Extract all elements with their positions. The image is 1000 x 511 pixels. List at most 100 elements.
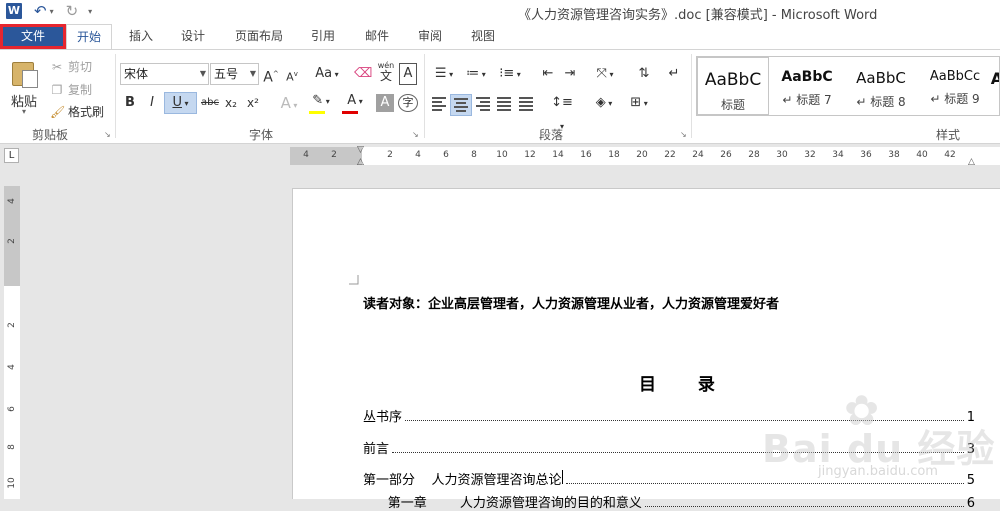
align-left-icon[interactable] [432, 97, 448, 111]
decrease-indent-icon[interactable]: ⇤ [538, 63, 558, 85]
paste-button[interactable] [10, 58, 38, 88]
first-line-indent-icon[interactable]: ▽ [357, 145, 364, 155]
vertical-ruler[interactable]: 4 2 2 4 6 8 10 [4, 186, 20, 499]
font-size-combo[interactable]: 五号 ▼ [210, 63, 259, 85]
ribbon-home: 粘贴 ▾ ✂ 剪切 ❐ 复制 🖌 格式刷 剪贴板 ↘ 宋体 ▼ 五号 ▼ A^ Av Aa… [0, 49, 1000, 144]
toc-entry[interactable]: 前言 3 [363, 438, 975, 457]
borders-icon: ⊞ [630, 95, 642, 110]
horizontal-ruler-row: L 4 2 2 4 6 8 10 12 14 16 18 20 22 24 26… [0, 145, 1000, 167]
redo-icon[interactable]: ↻ [66, 3, 79, 19]
font-launcher-icon[interactable]: ↘ [412, 130, 419, 139]
undo-dropdown-icon[interactable]: ▾ [50, 7, 54, 16]
undo-icon[interactable]: ↶ [34, 3, 47, 19]
tab-page-layout[interactable]: 页面布局 [226, 24, 292, 49]
borders-button[interactable]: ⊞ ▾ [624, 92, 654, 114]
highlight-button[interactable]: ✎ ▾ [306, 90, 336, 112]
paint-bucket-icon: ◈ [595, 95, 606, 110]
tab-view[interactable]: 视图 [460, 24, 506, 49]
tab-design[interactable]: 设计 [170, 24, 216, 49]
increase-indent-icon[interactable]: ⇥ [560, 63, 580, 85]
style-heading-7[interactable]: AaBbC ↵ 标题 7 [771, 57, 843, 115]
styles-group-label: 样式 [935, 128, 960, 142]
sort-icon[interactable]: ⇅ [634, 63, 654, 85]
scissors-icon: ✂ [51, 59, 63, 74]
customize-qat-icon[interactable]: ▾ [88, 7, 92, 16]
distributed-icon[interactable] [519, 97, 535, 111]
crop-mark-icon [349, 275, 359, 285]
tab-insert[interactable]: 插入 [118, 24, 164, 49]
strikethrough-button[interactable]: abc [200, 92, 220, 114]
tab-home[interactable]: 开始 [66, 24, 112, 50]
subscript-button[interactable]: x₂ [223, 92, 239, 114]
paste-dropdown-icon[interactable]: ▾ [22, 107, 26, 116]
phonetic-guide-button[interactable]: wén 文 [376, 61, 396, 83]
toc-entry[interactable]: 第一章 人力资源管理咨询的目的和意义 6 [363, 492, 975, 511]
numbered-list-icon: ≔ [466, 66, 480, 81]
font-group-label: 字体 [248, 128, 273, 142]
toc-entry[interactable]: 丛书序 1 [363, 406, 975, 425]
shrink-font-button[interactable]: Av [284, 63, 300, 85]
copy-button[interactable]: ❐ 复制 [50, 81, 92, 98]
style-heading[interactable]: AaBbC 标题 [697, 57, 769, 115]
chinese-layout-button[interactable]: ⤧ ▾ [590, 63, 620, 85]
clipboard-launcher-icon[interactable]: ↘ [104, 130, 111, 139]
character-shading-button[interactable]: A [376, 94, 394, 112]
grow-font-button[interactable]: A^ [262, 63, 280, 86]
readers-line: 读者对象：企业高层管理者，人力资源管理从业者，人力资源管理爱好者 [363, 297, 780, 312]
tab-mailings[interactable]: 邮件 [354, 24, 400, 49]
style-heading-9[interactable]: AaBbCc ↵ 标题 9 [919, 57, 991, 115]
copy-icon: ❐ [51, 82, 63, 97]
style-more[interactable]: A [987, 57, 999, 115]
tab-references[interactable]: 引用 [300, 24, 346, 49]
text-cursor [561, 470, 563, 484]
underline-button[interactable]: U ▾ [164, 92, 197, 114]
show-marks-icon[interactable]: ↵ [666, 63, 682, 85]
numbering-button[interactable]: ≔ ▾ [462, 63, 490, 85]
multilevel-list-icon: ⁝≡ [499, 66, 515, 81]
bold-button[interactable]: B [122, 92, 138, 114]
bullet-list-icon: ☰ [434, 66, 447, 81]
bullets-button[interactable]: ☰ ▾ [430, 63, 458, 85]
hanging-indent-icon[interactable]: △ [357, 157, 364, 167]
change-case-button[interactable]: Aa ▾ [312, 63, 342, 85]
tab-selector[interactable]: L [4, 148, 19, 163]
document-page[interactable]: 读者对象：企业高层管理者，人力资源管理从业者，人力资源管理爱好者 目 录 丛书序… [292, 188, 1000, 511]
justify-icon[interactable] [497, 97, 513, 111]
paragraph-group-label: 段落 [538, 128, 563, 142]
align-center-icon[interactable] [450, 94, 472, 116]
style-heading-8[interactable]: AaBbC ↵ 标题 8 [845, 57, 917, 115]
tab-file[interactable]: 文件 [0, 24, 66, 49]
chinese-layout-icon: ⤧ [596, 66, 607, 81]
toc-entry[interactable]: 第一部分 人力资源管理咨询总论 5 [363, 469, 975, 488]
highlight-color-bar [309, 111, 325, 114]
character-border-button[interactable]: A [399, 63, 417, 85]
paintbrush-icon: 🖌 [50, 104, 66, 119]
font-color-button[interactable]: A ▾ [340, 90, 370, 112]
toc-title: 目 录 [639, 375, 733, 395]
highlighter-icon: ✎ [312, 93, 324, 108]
clear-formatting-icon[interactable]: ⌫ [354, 63, 372, 85]
line-spacing-button[interactable]: ↕≡ ▾ [548, 92, 576, 131]
paragraph-launcher-icon[interactable]: ↘ [680, 130, 687, 139]
word-logo-icon[interactable]: W [6, 3, 22, 19]
superscript-button[interactable]: x² [245, 92, 261, 114]
multilevel-list-button[interactable]: ⁝≡ ▾ [494, 63, 526, 85]
font-name-combo[interactable]: 宋体 ▼ [120, 63, 209, 85]
align-right-icon[interactable] [476, 97, 492, 111]
cut-button[interactable]: ✂ 剪切 [50, 58, 92, 75]
window-title: 《人力资源管理咨询实务》.doc [兼容模式] - Microsoft Word [518, 8, 878, 23]
format-painter-button[interactable]: 🖌 格式刷 [50, 103, 104, 120]
quick-access-toolbar: W ↶ ▾ ↻ ▾ [6, 3, 92, 19]
text-effects-button[interactable]: A ▾ [276, 92, 302, 114]
tab-review[interactable]: 审阅 [407, 24, 453, 49]
styles-gallery: AaBbC 标题 AaBbC ↵ 标题 7 AaBbC ↵ 标题 8 AaBbC… [696, 56, 1000, 116]
horizontal-ruler[interactable]: 4 2 2 4 6 8 10 12 14 16 18 20 22 24 26 2… [290, 145, 1000, 167]
ribbon-tabs: 文件 开始 插入 设计 页面布局 引用 邮件 审阅 视图 [0, 24, 1000, 50]
font-color-bar [342, 111, 358, 114]
enclose-characters-button[interactable]: 字 [398, 94, 418, 112]
title-bar: W ↶ ▾ ↻ ▾ 《人力资源管理咨询实务》.doc [兼容模式] - Micr… [0, 0, 1000, 24]
right-indent-icon[interactable]: △ [968, 157, 975, 167]
shading-button[interactable]: ◈ ▾ [590, 92, 618, 114]
clipboard-group-label: 剪贴板 [31, 128, 68, 142]
italic-button[interactable]: I [144, 92, 160, 114]
